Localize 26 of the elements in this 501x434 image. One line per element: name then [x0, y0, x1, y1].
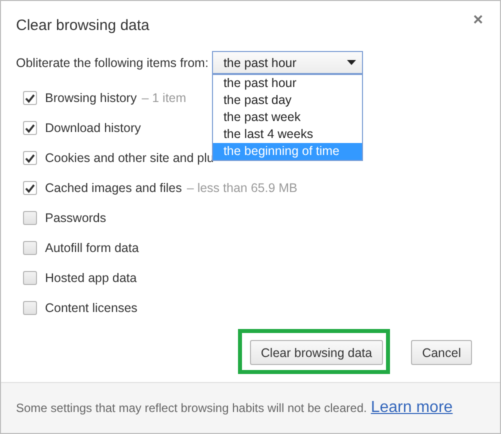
- caret-icon: [347, 60, 356, 65]
- footer-text: Some settings that may reflect browsing habits will not be cleared.: [16, 401, 367, 415]
- checkbox[interactable]: [23, 211, 37, 225]
- learn-more-link[interactable]: Learn more: [370, 399, 453, 417]
- checkbox-label: Passwords: [45, 211, 106, 225]
- checkbox[interactable]: [23, 241, 37, 255]
- checkbox-label: Download history: [45, 121, 141, 135]
- checkbox-label: Autofill form data: [45, 241, 139, 255]
- checkbox[interactable]: [23, 91, 37, 105]
- checkbox[interactable]: [23, 151, 37, 165]
- checkbox-label: Browsing history: [45, 91, 137, 105]
- period-label: Obliterate the following items from:: [16, 56, 208, 70]
- dialog-button[interactable]: Cancel: [411, 340, 472, 365]
- item-detail: – 1 item: [142, 91, 186, 105]
- checkbox-label: Content licenses: [45, 301, 138, 315]
- checkbox[interactable]: [23, 121, 37, 135]
- close-button[interactable]: ×: [471, 11, 485, 28]
- period-dropdown[interactable]: the past hour: [212, 51, 364, 74]
- dialog-title: Clear browsing data: [16, 17, 150, 34]
- checkbox-label: Cached images and files: [45, 181, 182, 195]
- dialog-button[interactable]: Clear browsing data: [250, 340, 384, 365]
- item-detail: – less than 65.9 MB: [186, 181, 298, 195]
- checkbox-label: Hosted app data: [45, 271, 137, 285]
- checkbox[interactable]: [23, 181, 37, 195]
- checkbox[interactable]: [23, 301, 37, 315]
- checkbox[interactable]: [23, 271, 37, 285]
